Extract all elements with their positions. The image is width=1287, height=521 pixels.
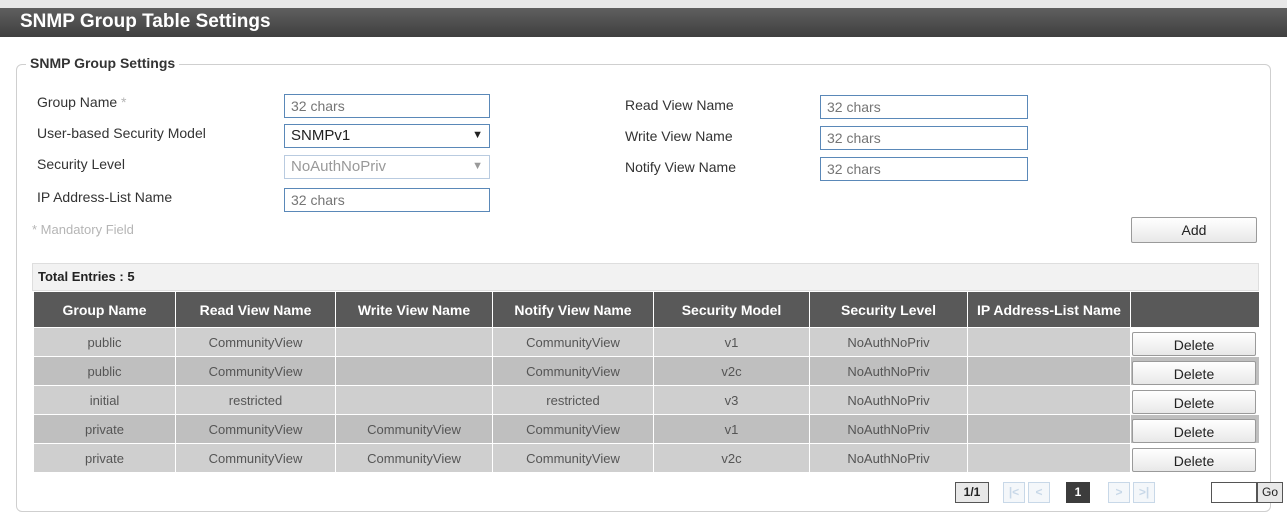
group-name-input[interactable] bbox=[284, 94, 490, 118]
cell-notify-view: CommunityView bbox=[492, 414, 654, 444]
col-header-action bbox=[1130, 291, 1260, 328]
cell-security-level: NoAuthNoPriv bbox=[809, 385, 968, 415]
write-view-input[interactable] bbox=[820, 126, 1028, 150]
read-view-label: Read View Name bbox=[625, 97, 734, 113]
cell-security-model: v2c bbox=[653, 443, 810, 473]
security-level-value: NoAuthNoPriv bbox=[291, 158, 387, 175]
table-header-row: Group Name Read View Name Write View Nam… bbox=[33, 291, 1260, 328]
cell-read-view: CommunityView bbox=[175, 443, 336, 473]
cell-security-level: NoAuthNoPriv bbox=[809, 414, 968, 444]
cell-read-view: CommunityView bbox=[175, 356, 336, 386]
cell-action: Delete bbox=[1130, 385, 1260, 415]
col-header-write-view: Write View Name bbox=[335, 291, 493, 328]
cell-group-name: public bbox=[33, 327, 176, 357]
cell-ip-list bbox=[967, 356, 1131, 386]
chevron-down-icon: ▼ bbox=[472, 129, 483, 141]
write-view-label: Write View Name bbox=[625, 128, 733, 144]
cell-write-view bbox=[335, 327, 493, 357]
add-button[interactable]: Add bbox=[1131, 217, 1257, 243]
ip-list-name-input[interactable] bbox=[284, 188, 490, 212]
cell-group-name: private bbox=[33, 414, 176, 444]
security-model-label: User-based Security Model bbox=[37, 125, 206, 141]
cell-action: Delete bbox=[1130, 414, 1260, 444]
security-model-select[interactable]: SNMPv1 ▼ bbox=[284, 124, 490, 148]
cell-write-view bbox=[335, 356, 493, 386]
snmp-group-table: Group Name Read View Name Write View Nam… bbox=[33, 291, 1260, 473]
section-legend: SNMP Group Settings bbox=[26, 55, 180, 71]
first-page-button[interactable]: |< bbox=[1003, 482, 1025, 503]
cell-ip-list bbox=[967, 443, 1131, 473]
cell-action: Delete bbox=[1130, 327, 1260, 357]
col-header-security-level: Security Level bbox=[809, 291, 968, 328]
prev-page-button[interactable]: < bbox=[1028, 482, 1050, 503]
next-page-button[interactable]: > bbox=[1108, 482, 1130, 503]
security-level-label: Security Level bbox=[37, 156, 125, 172]
group-name-label: Group Name * bbox=[37, 94, 127, 110]
table-row: private CommunityView CommunityView Comm… bbox=[33, 414, 1260, 444]
cell-security-model: v2c bbox=[653, 356, 810, 386]
cell-ip-list bbox=[967, 385, 1131, 415]
last-page-button[interactable]: >| bbox=[1133, 482, 1155, 503]
col-header-security-model: Security Model bbox=[653, 291, 810, 328]
cell-notify-view: CommunityView bbox=[492, 443, 654, 473]
current-page[interactable]: 1 bbox=[1066, 482, 1090, 503]
cell-read-view: CommunityView bbox=[175, 327, 336, 357]
chevron-down-icon: ▼ bbox=[472, 160, 483, 172]
security-level-select: NoAuthNoPriv ▼ bbox=[284, 155, 490, 179]
cell-notify-view: restricted bbox=[492, 385, 654, 415]
mandatory-note: * Mandatory Field bbox=[32, 222, 134, 237]
notify-view-label: Notify View Name bbox=[625, 159, 737, 175]
delete-button[interactable]: Delete bbox=[1132, 390, 1256, 414]
delete-button[interactable]: Delete bbox=[1132, 361, 1256, 385]
cell-security-level: NoAuthNoPriv bbox=[809, 356, 968, 386]
col-header-notify-view: Notify View Name bbox=[492, 291, 654, 328]
delete-button[interactable]: Delete bbox=[1132, 448, 1256, 472]
table-row: private CommunityView CommunityView Comm… bbox=[33, 443, 1260, 473]
col-header-ip-list: IP Address-List Name bbox=[967, 291, 1131, 328]
cell-read-view: restricted bbox=[175, 385, 336, 415]
security-model-value: SNMPv1 bbox=[291, 127, 351, 144]
col-header-group-name: Group Name bbox=[33, 291, 176, 328]
col-header-read-view: Read View Name bbox=[175, 291, 336, 328]
cell-write-view: CommunityView bbox=[335, 443, 493, 473]
cell-security-level: NoAuthNoPriv bbox=[809, 443, 968, 473]
cell-ip-list bbox=[967, 327, 1131, 357]
table-row: initial restricted restricted v3 NoAuthN… bbox=[33, 385, 1260, 415]
cell-security-model: v1 bbox=[653, 327, 810, 357]
delete-button[interactable]: Delete bbox=[1132, 419, 1256, 443]
ip-list-name-label: IP Address-List Name bbox=[37, 189, 173, 205]
cell-group-name: initial bbox=[33, 385, 176, 415]
go-button[interactable]: Go bbox=[1257, 482, 1283, 503]
cell-write-view: CommunityView bbox=[335, 414, 493, 444]
page-count: 1/1 bbox=[955, 482, 989, 503]
delete-button[interactable]: Delete bbox=[1132, 332, 1256, 356]
notify-view-input[interactable] bbox=[820, 157, 1028, 181]
cell-read-view: CommunityView bbox=[175, 414, 336, 444]
cell-notify-view: CommunityView bbox=[492, 356, 654, 386]
cell-action: Delete bbox=[1130, 443, 1260, 473]
total-entries-bar: Total Entries : 5 bbox=[32, 263, 1259, 291]
cell-group-name: private bbox=[33, 443, 176, 473]
cell-security-level: NoAuthNoPriv bbox=[809, 327, 968, 357]
cell-ip-list bbox=[967, 414, 1131, 444]
mandatory-mark: * bbox=[121, 94, 127, 110]
read-view-input[interactable] bbox=[820, 95, 1028, 119]
cell-notify-view: CommunityView bbox=[492, 327, 654, 357]
table-row: public CommunityView CommunityView v2c N… bbox=[33, 356, 1260, 386]
title-bar: SNMP Group Table Settings bbox=[0, 0, 1287, 37]
cell-write-view bbox=[335, 385, 493, 415]
table-row: public CommunityView CommunityView v1 No… bbox=[33, 327, 1260, 357]
cell-action: Delete bbox=[1130, 356, 1260, 386]
total-entries: Total Entries : 5 bbox=[38, 269, 135, 284]
cell-group-name: public bbox=[33, 356, 176, 386]
page-title: SNMP Group Table Settings bbox=[20, 11, 271, 32]
page-number-input[interactable] bbox=[1211, 482, 1257, 503]
cell-security-model: v3 bbox=[653, 385, 810, 415]
cell-security-model: v1 bbox=[653, 414, 810, 444]
